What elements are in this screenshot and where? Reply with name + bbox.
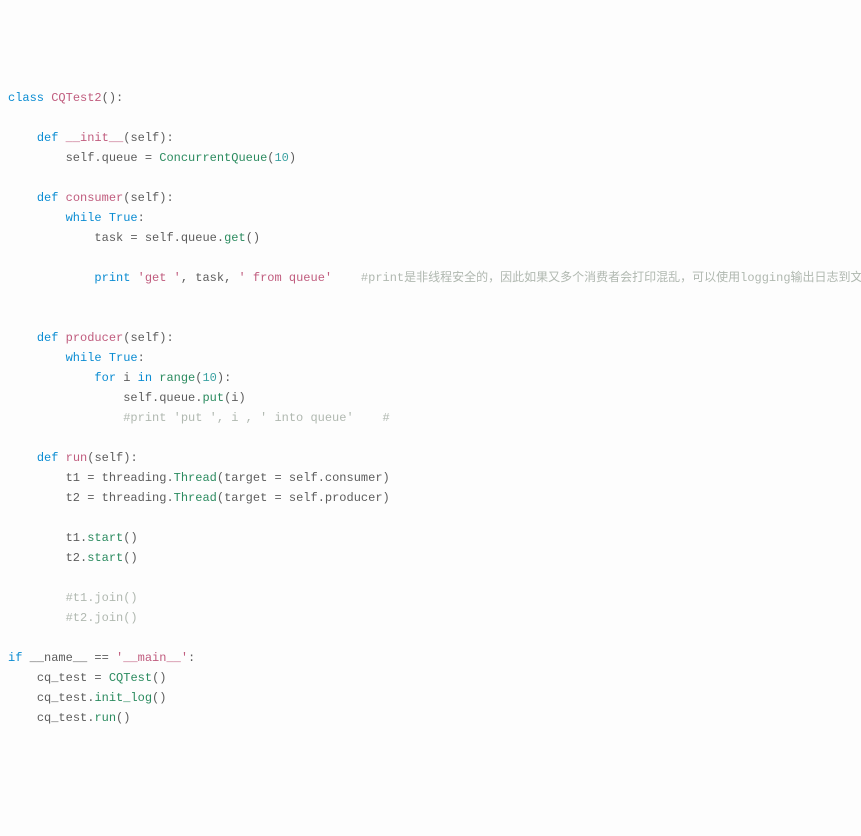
queue-put: self.queue.put(i): [8, 388, 861, 408]
kw-class: class: [8, 91, 44, 105]
comment-t1join: #t1.join(): [66, 591, 138, 605]
fn-consumer: consumer: [66, 191, 124, 205]
call-start-2: start: [87, 551, 123, 565]
def-consumer: def consumer(self):: [8, 188, 861, 208]
code-block: class CQTest2(): def __init__(self): sel…: [8, 88, 861, 728]
comment-print: #print是非线程安全的，因此如果又多个消费者会打印混乱，可以使用loggin…: [361, 271, 861, 285]
call-thread-2: Thread: [174, 491, 217, 505]
call-cqtest: CQTest: [109, 671, 152, 685]
kw-while: while: [66, 211, 102, 225]
kw-print: print: [94, 271, 130, 285]
call-start-1: start: [87, 531, 123, 545]
assign-t1: t1 = threading.Thread(target = self.cons…: [8, 468, 861, 488]
kw-for: for: [94, 371, 116, 385]
for-loop: for i in range(10):: [8, 368, 861, 388]
while-true-1: while True:: [8, 208, 861, 228]
def-init: def __init__(self):: [8, 128, 861, 148]
kw-def: def: [37, 131, 59, 145]
call-concurrentqueue: ConcurrentQueue: [159, 151, 267, 165]
blank-line: [8, 248, 861, 268]
init-assign: self.queue = ConcurrentQueue(10): [8, 148, 861, 168]
def-producer: def producer(self):: [8, 328, 861, 348]
blank-line: [8, 108, 861, 128]
blank-line: [8, 508, 861, 528]
call-thread-1: Thread: [174, 471, 217, 485]
blank-line: [8, 428, 861, 448]
kw-if: if: [8, 651, 22, 665]
t2-start: t2.start(): [8, 548, 861, 568]
assign-cqtest: cq_test = CQTest(): [8, 668, 861, 688]
if-main: if __name__ == '__main__':: [8, 648, 861, 668]
assign-task: task = self.queue.get(): [8, 228, 861, 248]
param-self: self: [130, 131, 159, 145]
comment-put-line: #print 'put ', i , ' into queue' #: [8, 408, 861, 428]
call-init-log: init_log: [94, 691, 152, 705]
comment-t1: #t1.join(): [8, 588, 861, 608]
fn-producer: producer: [66, 331, 124, 345]
call-get: get: [224, 231, 246, 245]
blank-line: [8, 308, 861, 328]
call-put: put: [202, 391, 224, 405]
call-run-line: cq_test.run(): [8, 708, 861, 728]
assign-t2: t2 = threading.Thread(target = self.prod…: [8, 488, 861, 508]
fn-run: run: [66, 451, 88, 465]
kw-in: in: [138, 371, 152, 385]
class-name: CQTest2: [51, 91, 101, 105]
while-true-2: while True:: [8, 348, 861, 368]
call-range: range: [159, 371, 195, 385]
call-initlog: cq_test.init_log(): [8, 688, 861, 708]
blank-line: [8, 628, 861, 648]
fn-init: __init__: [66, 131, 124, 145]
blank-line: [8, 288, 861, 308]
def-run: def run(self):: [8, 448, 861, 468]
t1-start: t1.start(): [8, 528, 861, 548]
comment-t2: #t2.join(): [8, 608, 861, 628]
comment-t2join: #t2.join(): [66, 611, 138, 625]
comment-put: #print 'put ', i , ' into queue' #: [123, 411, 389, 425]
print-get: print 'get ', task, ' from queue' #print…: [8, 268, 861, 288]
class-decl: class CQTest2():: [8, 88, 861, 108]
blank-line: [8, 568, 861, 588]
call-run: run: [94, 711, 116, 725]
blank-line: [8, 168, 861, 188]
